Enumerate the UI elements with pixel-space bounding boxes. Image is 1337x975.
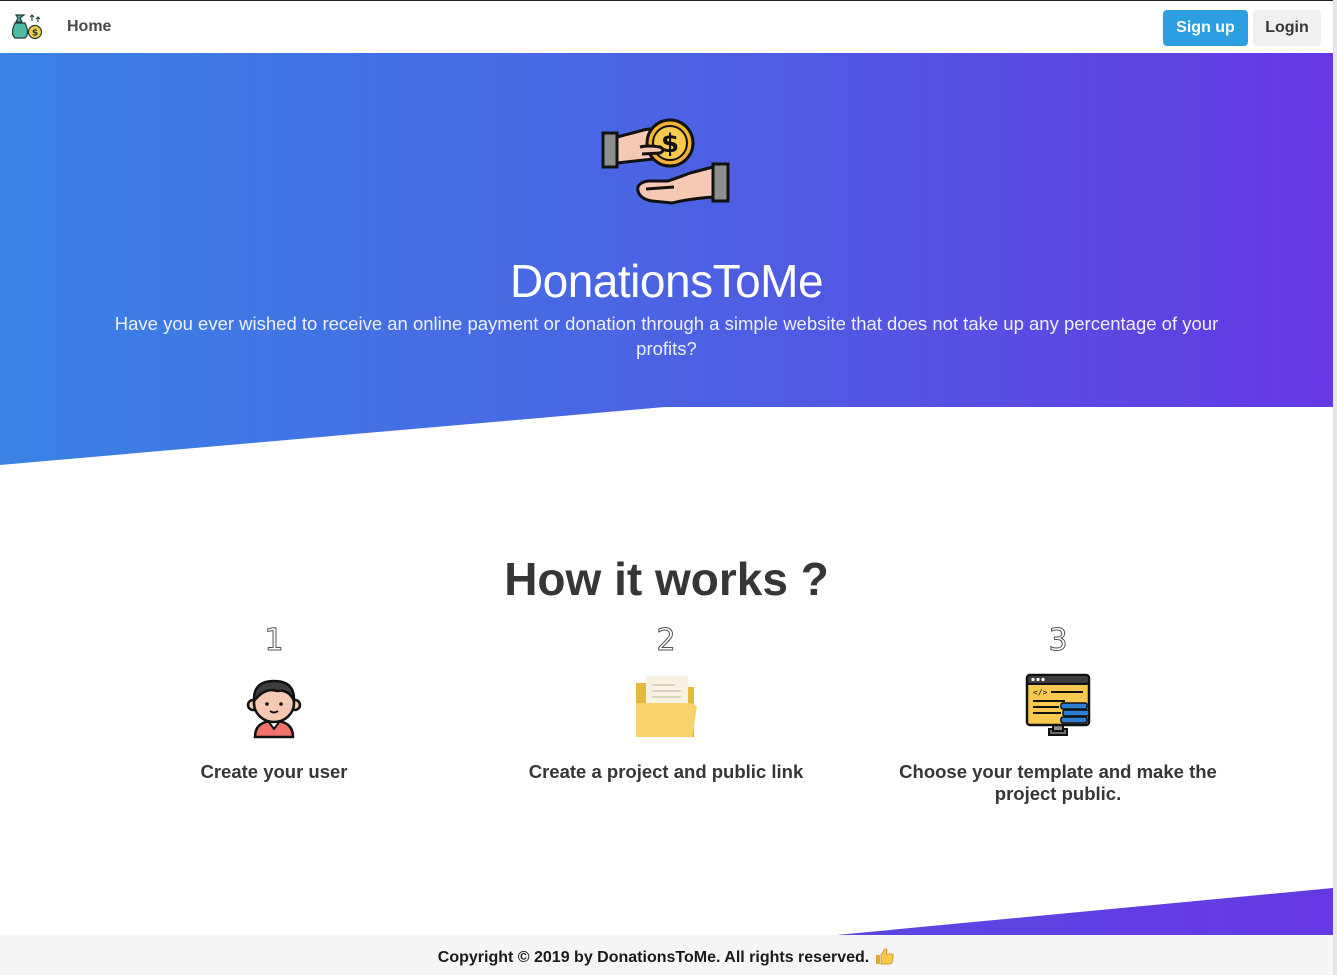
step-card: 1 Create your user (84, 623, 464, 783)
window-scrollbar-track (1333, 0, 1337, 975)
svg-text:$: $ (661, 129, 679, 159)
step-number: 2 (656, 623, 676, 658)
user-avatar-icon (246, 679, 302, 739)
step-label: Create your user (200, 761, 348, 782)
step-card: 2 Create a project and public link (476, 623, 856, 783)
hero-subtitle: Have you ever wished to receive an onlin… (114, 313, 1219, 359)
svg-text:$: $ (32, 29, 38, 39)
step-number: 3 (1048, 623, 1068, 658)
step-label: Create a project and public link (528, 761, 804, 782)
step-number: 1 (264, 623, 284, 658)
footer: Copyright © 2019 by DonationsToMe. All r… (0, 935, 1333, 975)
signup-button[interactable]: Sign up (1163, 10, 1248, 46)
hero-section: $ DonationsToMe Have you ever wished to … (0, 53, 1333, 465)
step-card: 3 </> Choose your template and make the … (868, 623, 1248, 805)
footer-copyright: Copyright © 2019 by DonationsToMe. All r… (438, 947, 895, 967)
folder-icon (636, 676, 697, 737)
footer-wedge-decoration (826, 888, 1333, 936)
svg-text:</>: </> (1033, 688, 1048, 697)
money-bag-icon[interactable]: $ (10, 12, 44, 40)
hand-giving-coin-icon: $ (601, 118, 730, 205)
nav-home-link[interactable]: Home (67, 18, 111, 36)
code-template-icon: </> (1025, 673, 1091, 736)
top-navbar: $ Home Sign up Login (0, 1, 1333, 53)
footer-copyright-text: Copyright © 2019 by DonationsToMe. All r… (437, 949, 870, 966)
hero-title: DonationsToMe (509, 255, 824, 307)
login-button[interactable]: Login (1253, 10, 1321, 46)
step-label: Choose your template and make the projec… (899, 761, 1217, 804)
how-it-works-title: How it works ? (504, 553, 829, 605)
thumbs-up-icon (876, 948, 894, 965)
